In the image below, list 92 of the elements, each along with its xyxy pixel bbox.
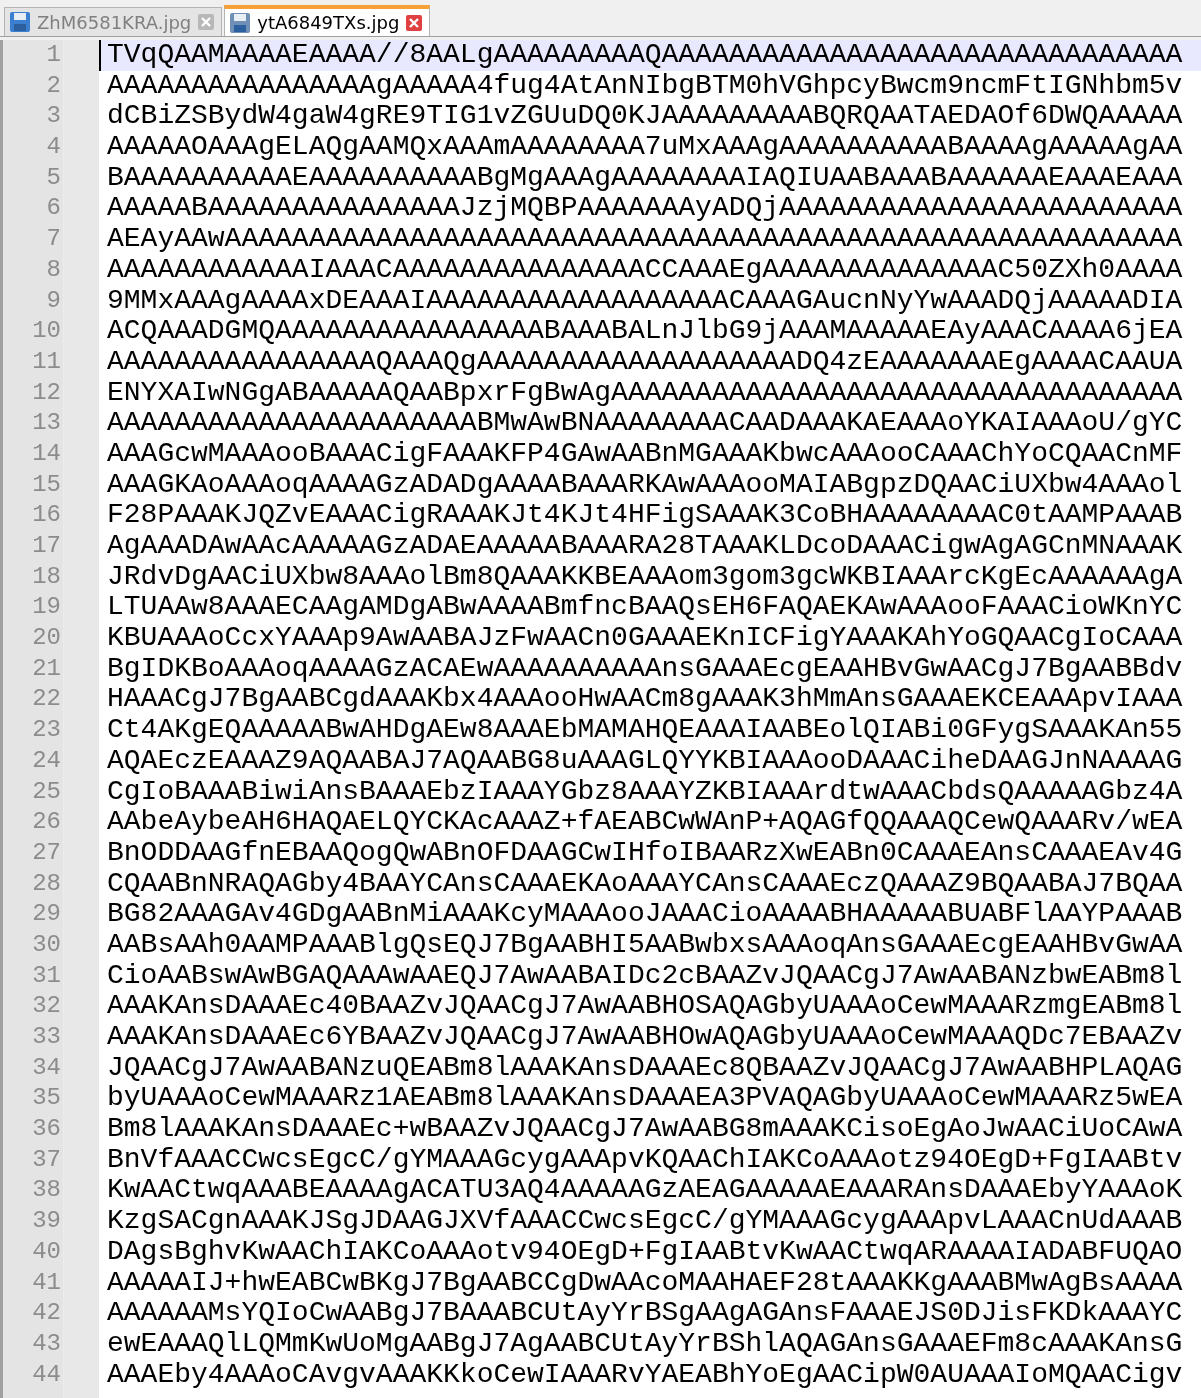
line-number: 9 xyxy=(45,285,62,316)
line-number: 18 xyxy=(31,561,62,592)
line-number: 5 xyxy=(45,162,62,193)
line-number: 42 xyxy=(31,1298,62,1329)
line-number: 32 xyxy=(31,991,62,1022)
line-number: 24 xyxy=(31,745,62,776)
code-line: CgIoBAAABiwiAnsBAAAEbzIAAAYGbz8AAAYZKBIAAArdtwAAACbdsQAAAAAGbz4A xyxy=(107,776,1183,808)
line-number: 16 xyxy=(31,500,62,531)
line-number: 23 xyxy=(31,715,62,746)
code-line: AAAAABAAAAAAAAAAAAAAAJzjMQBPAAAAAAAyADQjAAAAAAAAAAAAAAAAAAAAAAAA xyxy=(107,193,1183,225)
code-line: CioAABswAwBGAQAAAwAAEQJ7AwAABAIDc2cBAAZvJQAACgJ7AwAABANzbwEABm8l xyxy=(107,960,1183,992)
line-number: 8 xyxy=(45,254,62,285)
line-number: 19 xyxy=(31,592,62,623)
code-line: LTUAAw8AAAECAAgAMDgABwAAAABmfncBAAQsEH6FAQAEKAwAAAooFAAACioWKnYC xyxy=(107,592,1183,624)
line-number: 6 xyxy=(45,193,62,224)
code-line: AgAAADAwAAcAAAAAGzADAEAAAAABAAARA28TAAAKLDcoDAAACigwAgAGCnMNAAAK xyxy=(107,531,1183,562)
code-line: AQAEczEAAAZ9AQAABAJ7AQAABG8uAAAGLQYYKBIAAAooDAAACiheDAAGJnNAAAAG xyxy=(107,745,1183,777)
code-line: dCBiZSBydW4gaW4gRE9TIG1vZGUuDQ0KJAAAAAAAAABQRQAATAEDAOf6DWQAAAAA xyxy=(107,101,1183,133)
code-line: AAAKAnsDAAAEc6YBAAZvJQAACgJ7AwAABHOwAQAGbyUAAAoCewMAAAQDc7EBAAZv xyxy=(107,1022,1183,1053)
line-number: 34 xyxy=(31,1052,62,1083)
code-line: Ct4AKgEQAAAAABwAHDgAEw8AAAEbMAMAHQEAAAIAABEolQIABi0GFygSAAAKAn55 xyxy=(107,715,1183,746)
line-number: 40 xyxy=(31,1236,62,1267)
line-number: 33 xyxy=(31,1022,62,1052)
line-number: 20 xyxy=(31,623,62,654)
code-line: AAAAAOAAAgELAQgAAMQxAAAmAAAAAAAA7uMxAAAgAAAAAAAAAABAAAAgAAAAAgAA xyxy=(107,132,1183,163)
code-line: AAbeAybeAH6HAQAELQYCKAcAAAZ+fAEABCwWAnP+AQAGfQQAAAQCewQAAARv/wEA xyxy=(107,807,1183,838)
code-line: BgIDKBoAAAoqAAAAGzACAEwAAAAAAAAAAnsGAAAEcgEAAHBvGwAACgJ7BgAABBdv xyxy=(107,653,1183,685)
code-line: KwAACtwqAAABEAAAAgACATU3AQ4AAAAAGzAEAGAAAAAEAAARAnsDAAAEbyYAAAoK xyxy=(107,1175,1183,1207)
line-number: 25 xyxy=(31,776,62,807)
line-number: 11 xyxy=(31,346,62,377)
code-line: ACQAAADGMQAAAAAAAAAAAAAAAABAAABALnJlbG9jAAAMAAAAAEAyAAACAAAA6jEA xyxy=(107,316,1183,347)
code-line: KzgSACgnAAAKJSgJDAAGJXVfAAACCwcsEgcC/gYMAAAGcygAAApvLAAACnUdAAAB xyxy=(107,1206,1183,1237)
code-line: BnODDAAGfnEBAAQogQwABnOFDAAGCwIHfoIBAARzXwEABn0CAAAEAnsCAAAEAv4G xyxy=(107,837,1183,869)
line-number: 27 xyxy=(31,837,62,868)
line-number: 36 xyxy=(31,1114,62,1145)
code-line: CQAABnNRAQAGby4BAAYCAnsCAAAEKAoAAAYCAnsCAAAEczQAAAZ9BQAABAJ7BQAA xyxy=(107,868,1183,900)
line-number: 35 xyxy=(31,1083,62,1114)
line-number: 4 xyxy=(45,132,62,163)
code-line: AAAAAIJ+hwEABCwBKgJ7BgAABCCgDwAAcoMAAHAEF28tAAAKKgAAABMwAgBsAAAA xyxy=(107,1267,1183,1299)
code-line: BnVfAAACCwcsEgcC/gYMAAAGcygAAApvKQAAChIAKCoAAAotz94OEgD+FgIAABtv xyxy=(107,1144,1183,1176)
code-line: TVqQAAMAAAAEAAAA//8AALgAAAAAAAAAQAAAAAAAAAAAAAAAAAAAAAAAAAAAAAAA xyxy=(107,40,1183,71)
code-line: JQAACgJ7AwAABANzuQEABm8lAAAKAnsDAAAEc8QBAAZvJQAACgJ7AwAABHPLAQAG xyxy=(107,1052,1183,1084)
code-line: KBUAAAoCcxYAAAp9AwAABAJzFwAACn0GAAAEKnICFigYAAAKAhYoGQAACgIoCAAA xyxy=(107,623,1183,654)
code-line: AAAAAAAAAAAAIAAACAAAAAAAAAAAAAAACCAAAEgAAAAAAAAAAAAAAC50ZXh0AAAA xyxy=(107,254,1183,286)
line-number: 43 xyxy=(31,1328,62,1359)
line-number: 41 xyxy=(31,1267,62,1298)
code-line: JRdvDgAACiUXbw8AAAolBm8QAAAKKBEAAAom3gom3gcWKBIAAArcKgEcAAAAAAgA xyxy=(107,561,1183,593)
code-line: 9MMxAAAgAAAAxDEAAAIAAAAAAAAAAAAAAAAAACAAAGAucnNyYwAAADQjAAAAADIA xyxy=(107,285,1183,317)
close-icon[interactable] xyxy=(405,13,424,32)
code-line: HAAACgJ7BgAABCgdAAAKbx4AAAooHwAACm8gAAAK3hMmAnsGAAAEKCEAAApvIAAA xyxy=(107,684,1183,716)
code-line: AABsAAh0AAMPAAABlgQsEQJ7BgAABHI5AABwbxsAAAoqAnsGAAAEcgEAAHBvGwAA xyxy=(107,929,1183,961)
line-number: 7 xyxy=(45,224,62,255)
code-line: ewEAAAQlLQMmKwUoMgAABgJ7AgAABCUtAyYrBShlAQAGAnsGAAAEFm8cAAAKAnsG xyxy=(107,1328,1183,1360)
line-number: 10 xyxy=(31,316,62,347)
code-line: BAAAAAAAAAAEAAAAAAAAAABgMgAAAgAAAAAAAAIAQIUAABAAABAAAAAAEAAAEAAA xyxy=(107,162,1183,194)
line-number: 38 xyxy=(31,1175,62,1206)
line-number: 15 xyxy=(31,469,62,500)
line-number: 17 xyxy=(31,531,62,561)
code-line: Bm8lAAAKAnsDAAAEc+wBAAZvJQAACgJ7AwAABG8mAAAKCisoEgAoJwAACiUoCAwA xyxy=(107,1114,1183,1145)
code-line: F28PAAAKJQZvEAAACigRAAAKJt4KJt4HFigSAAAK3CoBHAAAAAAAAC0tAAMPAAAB xyxy=(107,500,1183,531)
file-tab[interactable]: ytA6849TXs.jpg xyxy=(224,5,431,36)
code-line: AAAGcwMAAAooBAAACigFAAAKFP4GAwAABnMGAAAKbwcAAAooCAAAChYoCQAACnMF xyxy=(107,438,1183,470)
line-number: 30 xyxy=(31,929,62,960)
code-line: AAAAAAAAAAAAAAAAQAAAQgAAAAAAAAAAAAAAAAAAADQ4zEAAAAAAAEgAAAACAAUA xyxy=(107,346,1183,378)
code-line: AAAEby4AAAoCAvgvAAAKKkoCewIAAARvYAEABhYoEgAACipW0AUAAAIoMQAACigv xyxy=(107,1359,1183,1391)
code-line: AAAAAAAAAAAAAAAAAAAAAABMwAwBNAAAAAAAACAADAAAKAEAAAoYKAIAAAoU/gYC xyxy=(107,408,1183,439)
code-line: DAgsBghvKwAAChIAKCoAAAotv94OEgD+FgIAABtvKwAACtwqARAAAAIADABFUQAO xyxy=(107,1236,1183,1268)
line-number: 2 xyxy=(45,70,62,101)
tab-label: ytA6849TXs.jpg xyxy=(257,12,400,33)
line-number: 12 xyxy=(31,377,62,408)
line-number: 44 xyxy=(31,1359,62,1390)
line-number: 39 xyxy=(31,1206,62,1237)
line-number: 22 xyxy=(31,684,62,715)
line-number: 31 xyxy=(31,960,62,991)
code-line: AAAKAnsDAAAEc40BAAZvJQAACgJ7AwAABHOSAQAGbyUAAAoCewMAAARzmgEABm8l xyxy=(107,991,1183,1022)
line-number: 3 xyxy=(45,101,62,132)
code-line: AAAAAAMsYQIoCwAABgJ7BAAABCUtAyYrBSgAAgAGAnsFAAAEJS0DJisFKDkAAAYC xyxy=(107,1298,1183,1329)
code-line: AEAyAAwAAAAAAAAAAAAAAAAAAAAAAAAAAAAAAAAAAAAAAAAAAAAAAAAAAAAAAAAA xyxy=(107,224,1183,255)
line-number: 29 xyxy=(31,899,62,930)
line-number: 14 xyxy=(31,438,62,469)
line-number: 21 xyxy=(31,653,62,684)
code-line: BG82AAAGAv4GDgAABnMiAAAKcyMAAAooJAAACioAAAABHAAAAABUABFlAAYPAAAB xyxy=(107,899,1183,930)
code-line: ENYXAIwNGgABAAAAAQAABpxrFgBwAgAAAAAAAAAAAAAAAAAAAAAAAAAAAAAAAAAA xyxy=(107,377,1183,409)
code-line: AAAAAAAAAAAAAAAAgAAAAA4fug4AtAnNIbgBTM0hVGhpcyBwcm9ncmFtIGNhbm5v xyxy=(107,70,1183,102)
code-line: AAAGKAoAAAoqAAAAGzADADgAAAABAAARKAwAAAooMAIABgpzDQAACiUXbw4AAAol xyxy=(107,469,1183,501)
code-line: byUAAAoCewMAAARz1AEABm8lAAAKAnsDAAAEA3PVAQAGbyUAAAoCewMAAARz5wEA xyxy=(107,1083,1183,1115)
line-number: 13 xyxy=(31,408,62,439)
tab-label: ZhM6581KRA.jpg xyxy=(37,11,192,33)
line-number: 28 xyxy=(31,868,62,899)
line-number: 26 xyxy=(31,807,62,838)
line-number: 1 xyxy=(45,40,62,70)
line-number: 37 xyxy=(31,1144,62,1175)
